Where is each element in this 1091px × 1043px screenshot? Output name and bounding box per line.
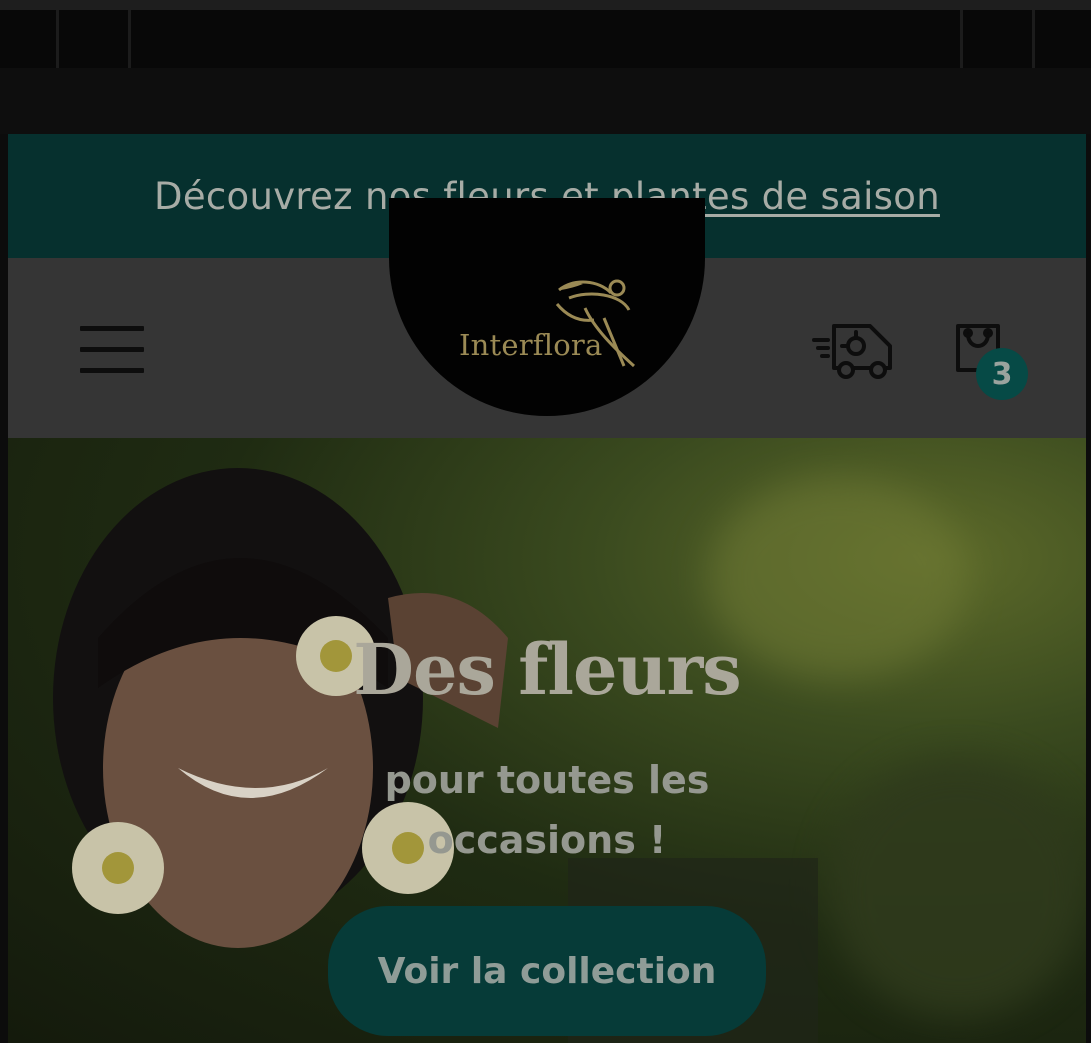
cart-count-badge: 3 bbox=[976, 348, 1028, 400]
view-collection-button[interactable]: Voir la collection bbox=[328, 906, 766, 1036]
browser-tab-bar bbox=[0, 10, 1091, 68]
logo-text: Interflora bbox=[459, 328, 603, 362]
hero-subtitle: pour toutes les occasions ! bbox=[8, 750, 1086, 870]
hero-banner: Des fleurs pour toutes les occasions ! V… bbox=[8, 438, 1086, 1043]
hero-subtitle-line2: occasions ! bbox=[427, 818, 667, 862]
delivery-truck-icon[interactable] bbox=[812, 316, 898, 380]
site-header: Interflora 3 bbox=[8, 198, 1086, 438]
mercury-figure-icon bbox=[555, 279, 636, 368]
tab-separator bbox=[960, 10, 963, 68]
tab-separator bbox=[56, 10, 59, 68]
tab-separator bbox=[1032, 10, 1035, 68]
menu-icon[interactable] bbox=[80, 326, 144, 374]
browser-top-strip bbox=[0, 0, 1091, 10]
toolbar-area bbox=[0, 68, 1091, 134]
interflora-logo[interactable]: Interflora bbox=[389, 198, 705, 416]
hero-subtitle-line1: pour toutes les bbox=[384, 758, 710, 802]
tab-separator bbox=[128, 10, 131, 68]
hero-title: Des fleurs bbox=[353, 628, 741, 711]
